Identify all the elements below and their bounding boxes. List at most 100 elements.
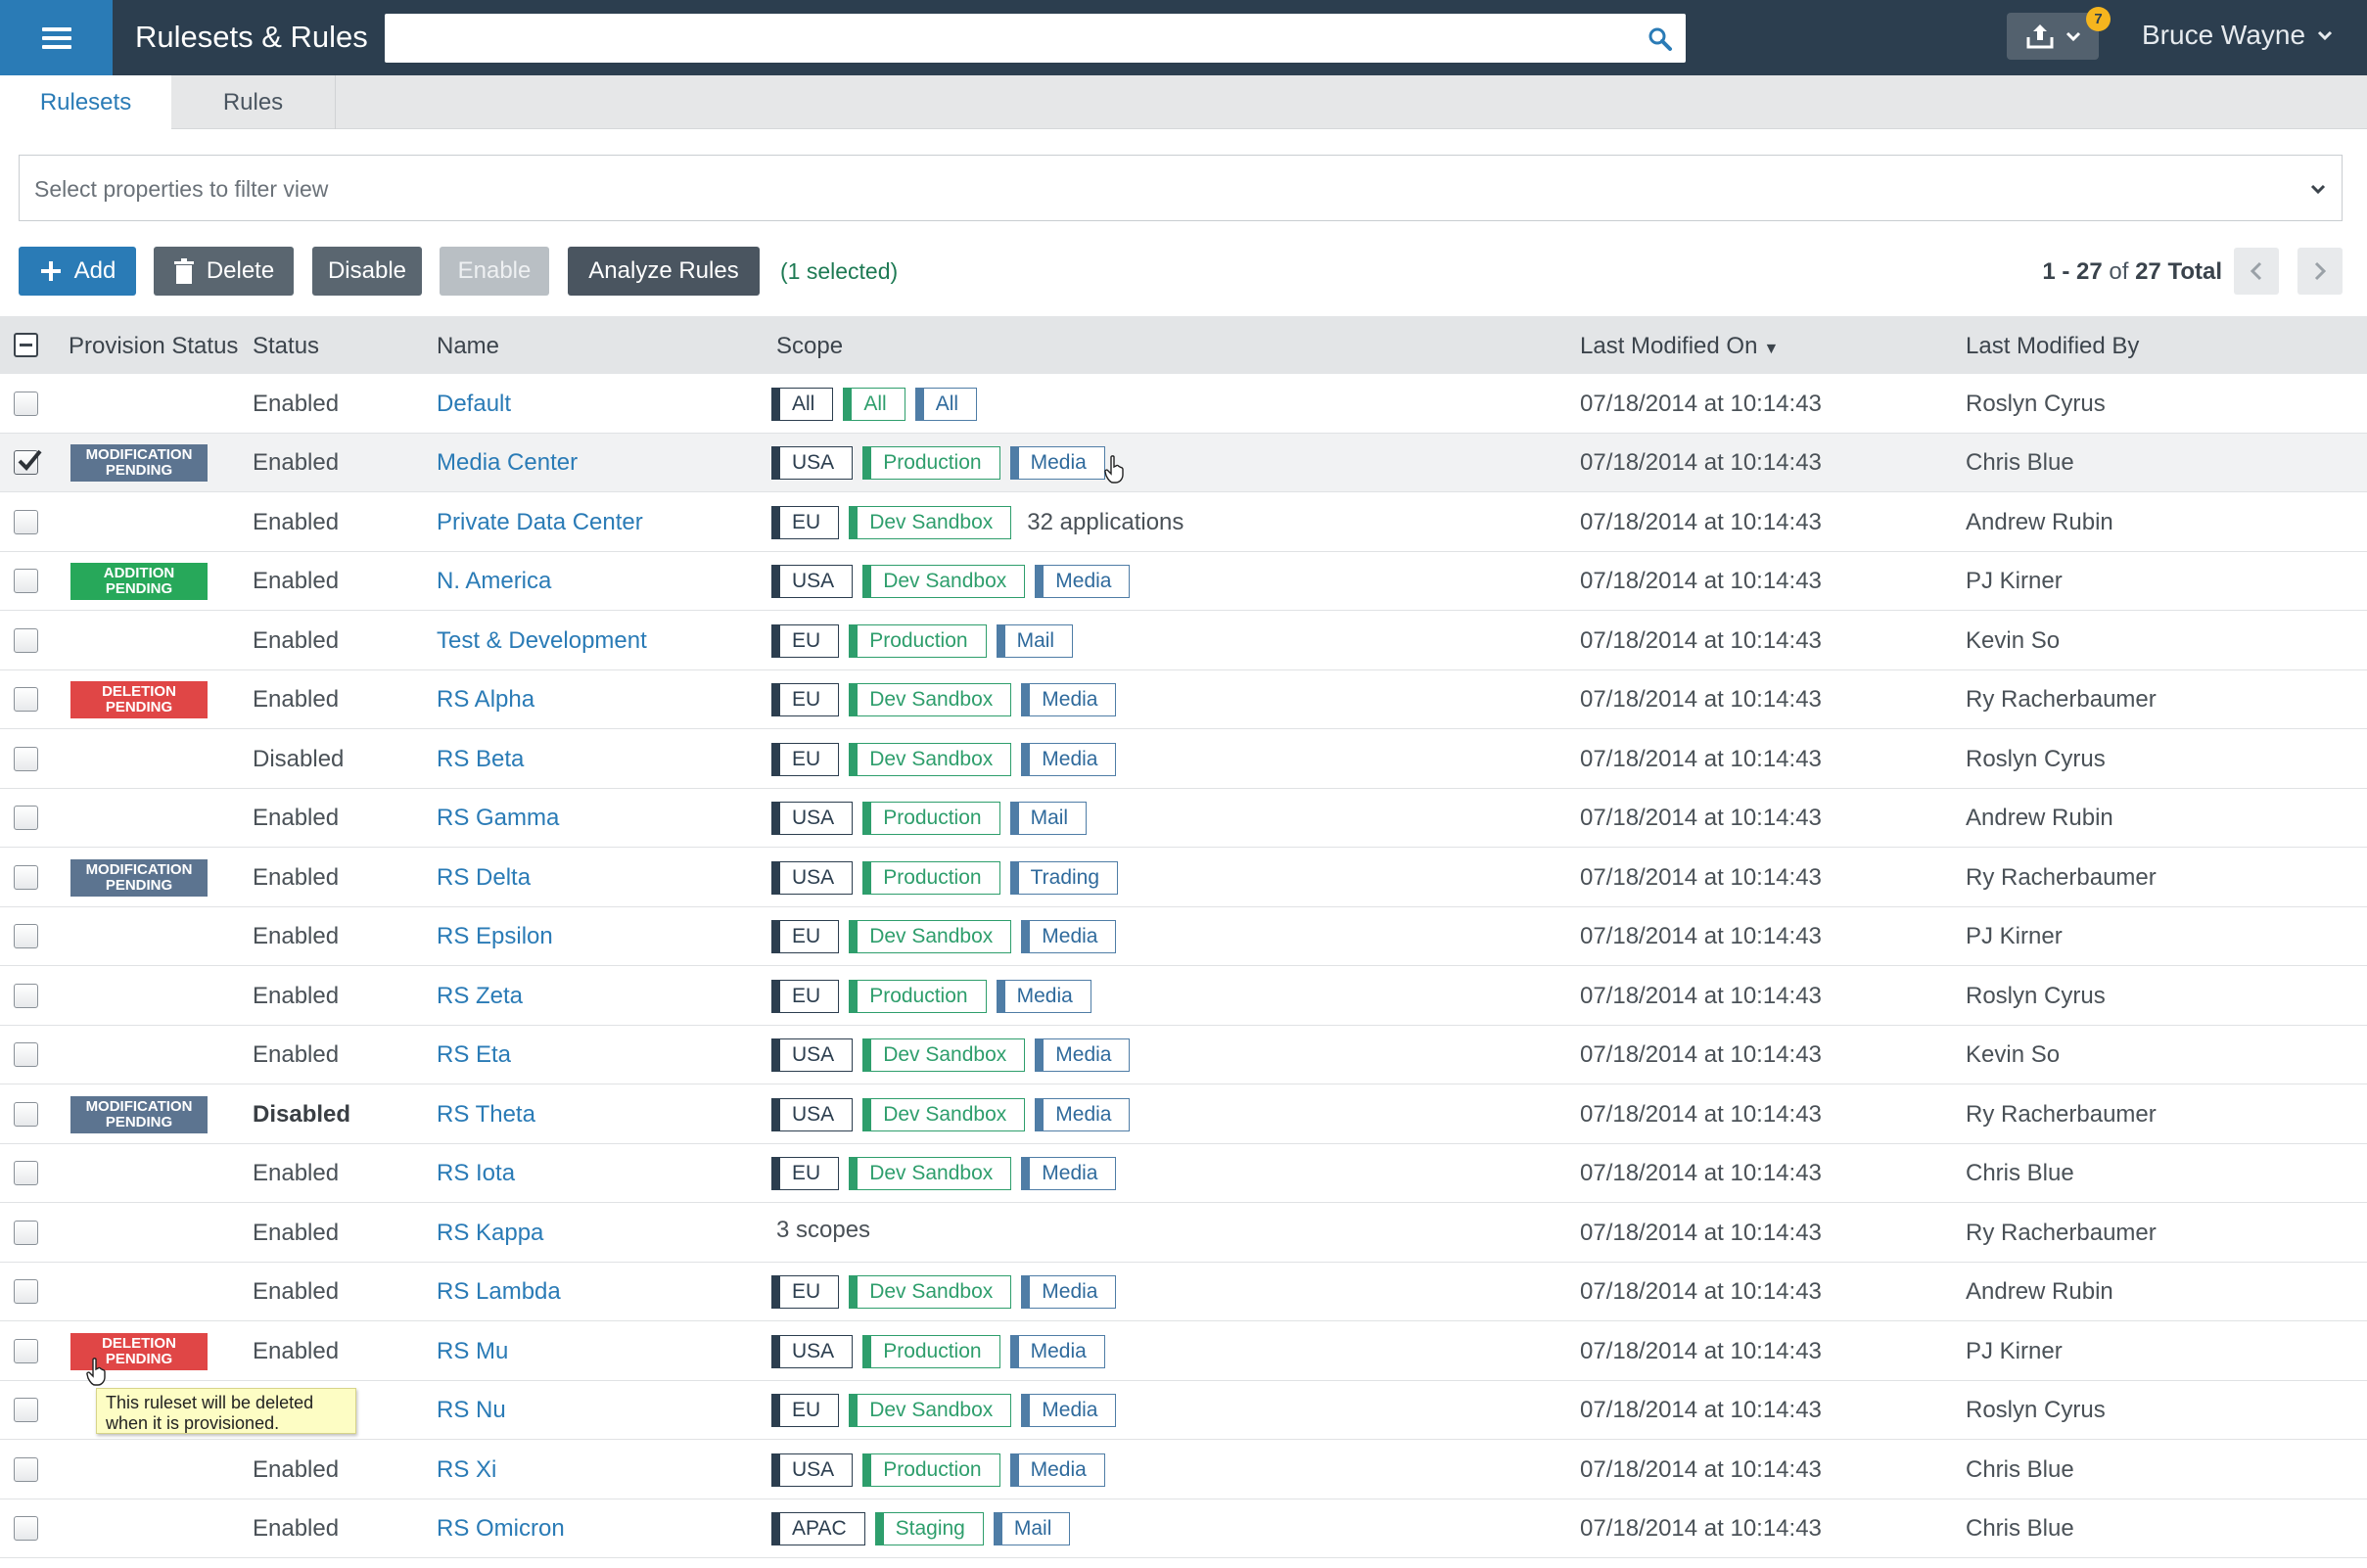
table-row[interactable]: DELETION PENDING Enabled RS Mu USA Production… — [0, 1321, 2367, 1381]
filter-select[interactable]: Select properties to filter view — [19, 155, 2343, 221]
column-scope[interactable]: Scope — [776, 333, 843, 360]
table-row[interactable]: Enabled RS Gamma USA Production Mail 07/18/20… — [0, 789, 2367, 848]
row-checkbox[interactable] — [14, 627, 38, 653]
provision-status-line-2: PENDING — [105, 462, 173, 479]
status-cell: Enabled — [253, 1337, 340, 1364]
column-status[interactable]: Status — [253, 333, 319, 360]
provision-status-line-1: MODIFICATION — [85, 446, 193, 463]
ruleset-name-link[interactable]: Media Center — [437, 449, 578, 477]
table-row[interactable]: MODIFICATION PENDING Enabled Media Center US… — [0, 434, 2367, 492]
last-modified-on-cell: 07/18/2014 at 10:14:43 — [1580, 686, 1822, 713]
row-checkbox[interactable] — [14, 449, 42, 475]
search-icon[interactable] — [1647, 25, 1674, 53]
row-checkbox[interactable] — [14, 746, 38, 771]
ruleset-name-link[interactable]: RS Eta — [437, 1041, 511, 1069]
row-checkbox[interactable] — [14, 1161, 38, 1185]
status-cell: Enabled — [253, 923, 340, 949]
scope-label-geo: USA — [771, 565, 854, 598]
scope-label-geo: EU — [771, 920, 840, 953]
row-checkbox[interactable] — [14, 806, 38, 830]
table-row[interactable]: Disabled RS Beta EU Dev Sandbox Media 07/18/2… — [0, 729, 2367, 789]
ruleset-name-link[interactable]: RS Alpha — [437, 686, 534, 714]
enable-button[interactable]: Enable — [440, 247, 549, 296]
row-checkbox[interactable] — [14, 1398, 38, 1422]
ruleset-name-link[interactable]: RS Gamma — [437, 805, 559, 832]
table-row[interactable]: Enabled RS Omicron APAC Staging Mail 07/18/20… — [0, 1499, 2367, 1558]
provision-status-line-1: MODIFICATION — [85, 860, 193, 878]
ruleset-name-link[interactable]: Test & Development — [437, 627, 647, 655]
plus-icon — [40, 261, 61, 281]
row-checkbox[interactable] — [14, 569, 38, 593]
scope-label-env: Dev Sandbox — [849, 1275, 1012, 1309]
column-last-modified-by[interactable]: Last Modified By — [1966, 333, 2139, 360]
ruleset-name-link[interactable]: RS Nu — [437, 1397, 506, 1424]
scope-label-geo: EU — [771, 623, 840, 658]
ruleset-name-link[interactable]: RS Theta — [437, 1101, 535, 1129]
row-checkbox[interactable] — [14, 1279, 38, 1304]
ruleset-name-link[interactable]: Private Data Center — [437, 509, 643, 536]
previous-page-button[interactable] — [2234, 248, 2279, 295]
row-checkbox[interactable] — [14, 687, 38, 712]
column-name[interactable]: Name — [437, 333, 499, 360]
ruleset-name-link[interactable]: Default — [437, 391, 511, 418]
row-checkbox[interactable] — [14, 864, 38, 890]
ruleset-name-link[interactable]: RS Lambda — [437, 1278, 561, 1306]
upload-button[interactable] — [2007, 13, 2099, 60]
ruleset-name-link[interactable]: RS Omicron — [437, 1515, 565, 1543]
search-box[interactable] — [385, 14, 1686, 63]
ruleset-name-link[interactable]: RS Iota — [437, 1160, 515, 1187]
scope-label-app: Media — [1021, 920, 1117, 953]
user-menu[interactable]: Bruce Wayne — [2142, 20, 2333, 51]
scope-label-geo: All — [771, 387, 834, 421]
analyze-rules-button[interactable]: Analyze Rules — [568, 247, 760, 296]
ruleset-name-link[interactable]: RS Kappa — [437, 1220, 543, 1247]
search-input[interactable] — [385, 14, 1686, 63]
table-row[interactable]: Enabled RS Lambda EU Dev Sandbox Media 07/18/… — [0, 1263, 2367, 1321]
disable-button[interactable]: Disable — [312, 247, 422, 296]
ruleset-name-link[interactable]: RS Delta — [437, 864, 531, 892]
row-checkbox[interactable] — [14, 983, 38, 1008]
ruleset-name-link[interactable]: RS Xi — [437, 1456, 496, 1484]
tab-rulesets[interactable]: Rulesets — [0, 75, 171, 130]
last-modified-on-cell: 07/18/2014 at 10:14:43 — [1580, 745, 1822, 772]
next-page-button[interactable] — [2297, 248, 2343, 295]
select-all-checkbox[interactable] — [14, 333, 38, 357]
delete-button-label: Delete — [206, 257, 275, 284]
ruleset-name-link[interactable]: RS Mu — [437, 1338, 508, 1365]
row-checkbox[interactable] — [14, 1516, 38, 1541]
table-row[interactable]: Enabled RS Zeta EU Production Media 07/18/201… — [0, 966, 2367, 1026]
add-button[interactable]: Add — [19, 247, 136, 296]
table-row[interactable]: Enabled Private Data Center EU Dev Sandbox 3… — [0, 492, 2367, 552]
row-checkbox[interactable] — [14, 1101, 38, 1127]
table-row[interactable]: Enabled RS Xi USA Production Media 07/18/2014… — [0, 1440, 2367, 1499]
table-row[interactable]: Enabled RS Epsilon EU Dev Sandbox Media 07/18… — [0, 907, 2367, 966]
row-checkbox[interactable] — [14, 391, 38, 416]
scope-label-geo: EU — [771, 742, 840, 776]
ruleset-name-link[interactable]: RS Beta — [437, 746, 524, 773]
table-row[interactable]: ADDITION PENDING Enabled N. America USA Dev S… — [0, 552, 2367, 611]
ruleset-name-link[interactable]: RS Zeta — [437, 983, 523, 1010]
delete-button[interactable]: Delete — [154, 247, 294, 296]
hamburger-menu-button[interactable] — [0, 0, 113, 75]
table-row[interactable]: DELETION PENDING Enabled RS Alpha EU Dev Sand… — [0, 670, 2367, 729]
ruleset-name-link[interactable]: N. America — [437, 568, 551, 595]
table-row[interactable]: Enabled Test & Development EU Production Mai… — [0, 611, 2367, 670]
column-provision-status[interactable]: Provision Status — [69, 333, 238, 360]
row-checkbox[interactable] — [14, 509, 38, 534]
table-row[interactable]: Enabled RS Eta USA Dev Sandbox Media 07/18/20… — [0, 1026, 2367, 1084]
row-checkbox[interactable] — [14, 1220, 38, 1245]
row-checkbox[interactable] — [14, 924, 38, 948]
table-row[interactable]: MODIFICATION PENDING Enabled RS Delta USA Pro… — [0, 848, 2367, 907]
table-row[interactable]: Enabled Default All All All 07/18/2014 at 10:… — [0, 374, 2367, 434]
row-checkbox[interactable] — [14, 1338, 38, 1363]
table-row[interactable]: Enabled RS Kappa 3 scopes 07/18/2014 at 10:… — [0, 1203, 2367, 1263]
column-last-modified-on[interactable]: Last Modified On ▼ — [1580, 333, 1779, 360]
row-checkbox[interactable] — [14, 1456, 38, 1482]
table-row[interactable]: MODIFICATION PENDING Disabled RS Theta USA De… — [0, 1084, 2367, 1144]
row-checkbox[interactable] — [14, 1042, 38, 1067]
scope-label-geo: USA — [771, 1097, 854, 1131]
scope-label-app: Media — [1021, 683, 1117, 716]
table-row[interactable]: Enabled RS Iota EU Dev Sandbox Media 07/18/20… — [0, 1144, 2367, 1203]
tab-rules[interactable]: Rules — [171, 75, 336, 129]
ruleset-name-link[interactable]: RS Epsilon — [437, 923, 553, 950]
